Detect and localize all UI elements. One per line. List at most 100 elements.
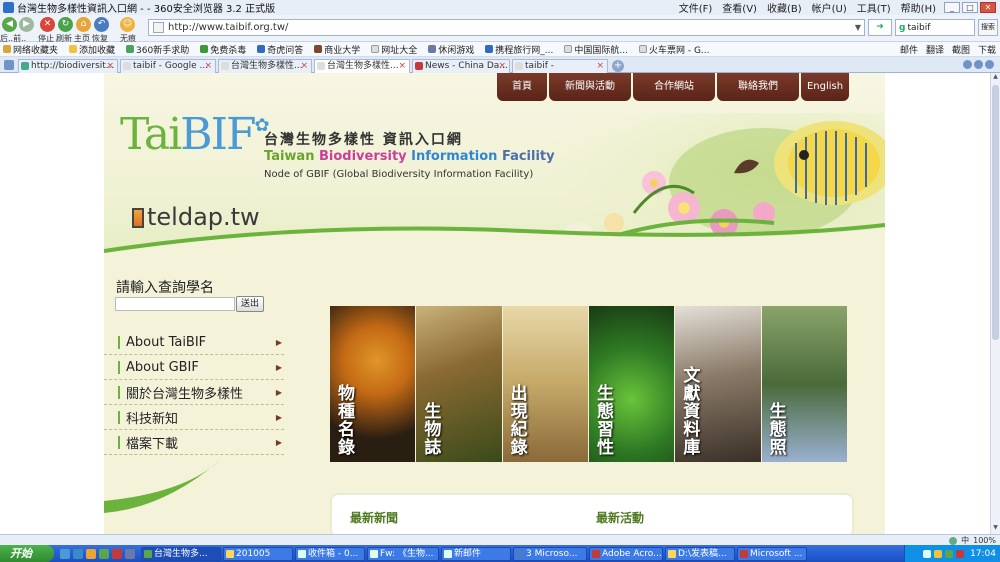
tab[interactable]: http://biodiversit... ×: [18, 59, 118, 73]
translate-tool[interactable]: 翻译: [926, 43, 944, 56]
menu-account[interactable]: 帐户(U): [812, 0, 847, 15]
scroll-down-icon[interactable]: ▼: [991, 524, 1000, 534]
taskbar-button-new-mail[interactable]: 新邮件: [441, 546, 511, 561]
scrollbar-thumb[interactable]: [992, 85, 999, 340]
taskbar-button-explorer[interactable]: D:\发表稿...: [665, 546, 735, 561]
address-url[interactable]: http://www.taibif.org.tw/: [168, 22, 852, 33]
search-submit-button[interactable]: 送出: [236, 296, 264, 312]
bookmark-item[interactable]: 网址大全: [368, 43, 417, 56]
tab[interactable]: 台灣生物多樣性... ×: [218, 59, 312, 73]
quicklaunch-icon[interactable]: [73, 548, 83, 559]
mail-tool[interactable]: 邮件: [900, 43, 918, 56]
bookmark-item[interactable]: 商业大学: [311, 43, 360, 56]
minimize-button[interactable]: _: [944, 2, 960, 13]
taskbar-button-adobe[interactable]: Adobe Acro...: [589, 546, 663, 561]
bookmark-item[interactable]: 网络收藏夹: [0, 43, 58, 56]
tab-close-icon[interactable]: ×: [300, 60, 308, 72]
tab-scroll-right-icon[interactable]: [974, 60, 983, 69]
tab-close-icon[interactable]: ×: [596, 60, 604, 72]
back-arrow-icon[interactable]: ◀: [2, 17, 17, 32]
tab-menu-icon[interactable]: [985, 60, 994, 69]
vertical-scrollbar[interactable]: ▲ ▼: [990, 73, 1000, 534]
tab[interactable]: taibif - Google ... ×: [120, 59, 216, 73]
menu-help[interactable]: 帮助(H): [901, 0, 936, 15]
home-icon[interactable]: ⌂: [76, 17, 91, 32]
clock[interactable]: 17:04: [970, 549, 996, 559]
latest-events-heading[interactable]: 最新活動: [596, 509, 644, 526]
screenshot-tool[interactable]: 截图: [952, 43, 970, 56]
start-button[interactable]: 开始: [0, 545, 54, 562]
restore-icon[interactable]: ↶: [94, 17, 109, 32]
menu-file[interactable]: 文件(F): [679, 0, 713, 15]
stop-icon[interactable]: ✕: [40, 17, 55, 32]
bookmark-item[interactable]: 添加收藏: [66, 43, 115, 56]
taibif-logo[interactable]: TaiBIF✿: [120, 109, 270, 160]
forward-arrow-icon[interactable]: ▶: [19, 17, 34, 32]
bookmark-item[interactable]: 休闲游戏: [425, 43, 474, 56]
side-menu-about-taibif[interactable]: About TaiBIF ▶: [104, 330, 284, 355]
taskbar-button-microsoft[interactable]: Microsoft ...: [737, 546, 807, 561]
tab-close-icon[interactable]: ×: [106, 60, 114, 72]
bookmark-item[interactable]: 火车票网 - G...: [636, 43, 710, 56]
quicklaunch-icon[interactable]: [60, 548, 70, 559]
tab-scroll-left-icon[interactable]: [963, 60, 972, 69]
side-menu-tech-news[interactable]: 科技新知 ▶: [104, 405, 284, 430]
search-button[interactable]: 搜索: [978, 19, 998, 36]
search-input[interactable]: taibif: [907, 23, 930, 33]
nav-partner-sites[interactable]: 合作網站: [633, 73, 715, 101]
zoom-level[interactable]: 100%: [973, 536, 996, 545]
tray-icon[interactable]: [934, 549, 943, 558]
bookmark-item[interactable]: 携程旅行网_...: [482, 43, 553, 56]
go-button[interactable]: ➜: [868, 19, 892, 36]
nav-english[interactable]: English: [801, 73, 849, 101]
gallery-ecology-habits[interactable]: 生態習性: [588, 306, 675, 462]
address-dropdown-icon[interactable]: ▼: [852, 23, 864, 32]
new-tab-button[interactable]: +: [612, 60, 624, 72]
scroll-up-icon[interactable]: ▲: [991, 73, 1000, 83]
taskbar-button-fw-mail[interactable]: Fw: 《生物...: [367, 546, 439, 561]
side-menu-about-gbif[interactable]: About GBIF ▶: [104, 355, 284, 380]
incognito-icon[interactable]: ☺: [120, 17, 135, 32]
taskbar-button-folder[interactable]: 201005: [223, 546, 293, 561]
bookmark-item[interactable]: 奇虎问答: [254, 43, 303, 56]
tab-close-icon[interactable]: ×: [398, 60, 406, 72]
close-window-button[interactable]: ✕: [980, 2, 996, 13]
nav-home[interactable]: 首頁: [497, 73, 547, 101]
refresh-icon[interactable]: ↻: [58, 17, 73, 32]
gallery-biota[interactable]: 生物誌: [416, 306, 502, 462]
quicklaunch-icon[interactable]: [99, 548, 109, 559]
nav-news-events[interactable]: 新聞與活動: [549, 73, 631, 101]
side-menu-downloads[interactable]: 檔案下載 ▶: [104, 430, 284, 455]
address-bar[interactable]: http://www.taibif.org.tw/ ▼: [148, 19, 865, 36]
gallery-species-list[interactable]: 物種名錄: [330, 306, 416, 462]
bookmark-item[interactable]: 360新手求助: [123, 43, 189, 56]
quicklaunch-icon[interactable]: [112, 548, 122, 559]
maximize-button[interactable]: □: [962, 2, 978, 13]
tab[interactable]: News - China Da... ×: [412, 59, 510, 73]
download-tool[interactable]: 下载: [978, 43, 996, 56]
gallery-occurrence-records[interactable]: 出現紀錄: [502, 306, 588, 462]
menu-favorites[interactable]: 收藏(B): [767, 0, 802, 15]
gallery-literature-database[interactable]: 文獻資料庫: [675, 306, 761, 462]
bookmark-item[interactable]: 中国国际航...: [561, 43, 628, 56]
taskbar-button-microsoft-group[interactable]: 3 Microso...: [513, 546, 587, 561]
scientific-name-input[interactable]: [115, 297, 235, 311]
tray-icon[interactable]: [945, 549, 954, 558]
tab-active[interactable]: 台灣生物多樣性... ×: [314, 59, 410, 74]
taskbar-button-inbox[interactable]: 收件箱 - 0...: [295, 546, 365, 561]
menu-tools[interactable]: 工具(T): [857, 0, 891, 15]
bookmark-item[interactable]: 免费杀毒: [197, 43, 246, 56]
latest-news-heading[interactable]: 最新新聞: [350, 509, 398, 526]
tab-list-icon[interactable]: [4, 60, 14, 70]
tray-icon[interactable]: [923, 549, 932, 558]
tab[interactable]: taibif - ×: [512, 59, 608, 73]
side-menu-about-biodiversity[interactable]: 關於台灣生物多樣性 ▶: [104, 380, 284, 405]
gallery-ecology-photos[interactable]: 生態照: [761, 306, 847, 462]
search-engine-icon[interactable]: g: [899, 23, 905, 33]
tab-close-icon[interactable]: ×: [498, 60, 506, 72]
menu-view[interactable]: 查看(V): [722, 0, 757, 15]
quicklaunch-icon[interactable]: [125, 548, 135, 559]
quicklaunch-icon[interactable]: [86, 548, 96, 559]
nav-contact[interactable]: 聯絡我們: [717, 73, 799, 101]
taskbar-button-browser[interactable]: 台灣生物多...: [141, 546, 221, 561]
